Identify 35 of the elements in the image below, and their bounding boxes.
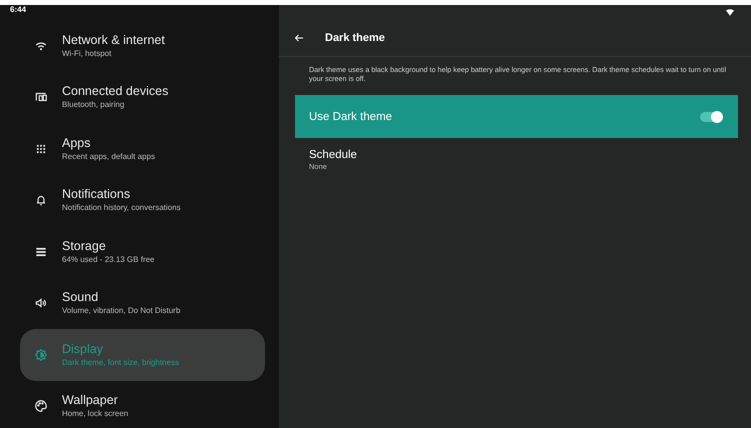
page-title: Dark theme [325, 32, 385, 44]
item-subtitle: Recent apps, default apps [62, 150, 155, 162]
sidebar-item[interactable]: Wallpaper Home, lock screen [20, 380, 265, 428]
brightness-icon [34, 348, 48, 362]
item-title: Storage [62, 238, 107, 254]
sidebar-item[interactable]: Connected devices Bluetooth, pairing [20, 72, 265, 123]
item-title: Connected devices [62, 84, 168, 100]
toggle-label: Use Dark theme [309, 110, 392, 122]
sidebar-item[interactable]: Notifications Notification history, conversations [20, 174, 265, 226]
item-subtitle: 64% used - 23.13 GB free [62, 254, 154, 265]
item-title: Apps [62, 136, 92, 151]
item-subtitle: Volume, vibration, Do Not Disturb [62, 305, 180, 316]
item-title: Network & internet [62, 32, 165, 48]
status-time: 6:44 [10, 5, 26, 14]
toggle-switch[interactable] [700, 112, 722, 122]
sidebar-item[interactable]: Sound Volume, vibration, Do Not Disturb [20, 278, 265, 329]
item-subtitle: Home, lock screen [62, 408, 128, 420]
dark-theme-toggle-row[interactable]: Use Dark theme [295, 95, 738, 138]
item-subtitle: Wi-Fi, hotspot [62, 48, 112, 59]
sidebar-item[interactable]: Apps Recent apps, default apps [20, 123, 265, 174]
palette-icon [34, 399, 48, 414]
speaker-icon [34, 296, 48, 310]
sidebar-item[interactable]: Storage 64% used - 23.13 GB free [20, 226, 265, 278]
schedule-title: Schedule [309, 148, 357, 162]
item-title: Wallpaper [62, 393, 119, 408]
item-subtitle: Notification history, conversations [62, 202, 181, 214]
item-title: Sound [62, 290, 100, 306]
bell-icon [34, 193, 48, 208]
item-title: Notifications [62, 187, 132, 202]
item-subtitle: Dark theme, font size, brightness [62, 356, 179, 368]
item-title: Display [62, 342, 104, 357]
sidebar-item[interactable]: Network & internet Wi-Fi, hotspot [20, 20, 265, 72]
wifi-signal-icon [726, 9, 734, 16]
back-arrow-icon[interactable] [293, 32, 305, 44]
item-subtitle: Bluetooth, pairing [62, 99, 126, 110]
